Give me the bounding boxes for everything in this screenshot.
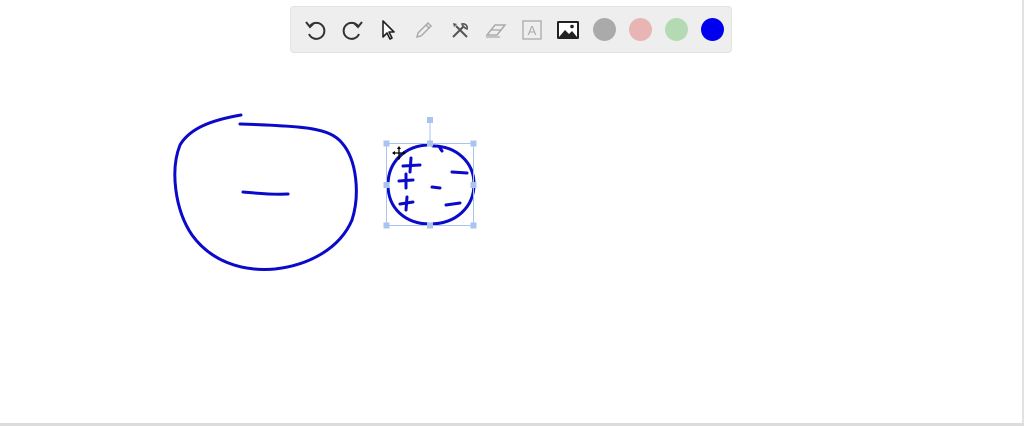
- small-circle-stroke[interactable]: [386, 143, 476, 226]
- minus-mark: [450, 170, 469, 175]
- large-circle-stroke[interactable]: [173, 113, 358, 271]
- drawing-layer: [173, 113, 477, 271]
- plus-mark: [397, 172, 415, 190]
- plus-mark: [401, 156, 422, 174]
- plus-mark: [438, 146, 444, 153]
- minus-mark: [430, 185, 442, 190]
- resize-handle-ne: [470, 140, 477, 147]
- move-cursor-icon: [392, 146, 406, 160]
- plus-mark: [398, 195, 415, 212]
- minus-mark: [444, 201, 462, 207]
- resize-handle-nw: [383, 140, 390, 147]
- resize-handle-se: [470, 222, 477, 229]
- resize-handle-n: [427, 140, 433, 147]
- rotate-handle: [427, 117, 433, 123]
- minus-marks: [430, 170, 469, 207]
- plus-marks: [397, 146, 444, 212]
- resize-handle-e: [470, 182, 477, 188]
- resize-handle-s: [427, 222, 433, 229]
- large-circle-minus-stroke[interactable]: [241, 190, 290, 196]
- resize-handle-sw: [383, 222, 390, 229]
- resize-handle-w: [383, 182, 390, 188]
